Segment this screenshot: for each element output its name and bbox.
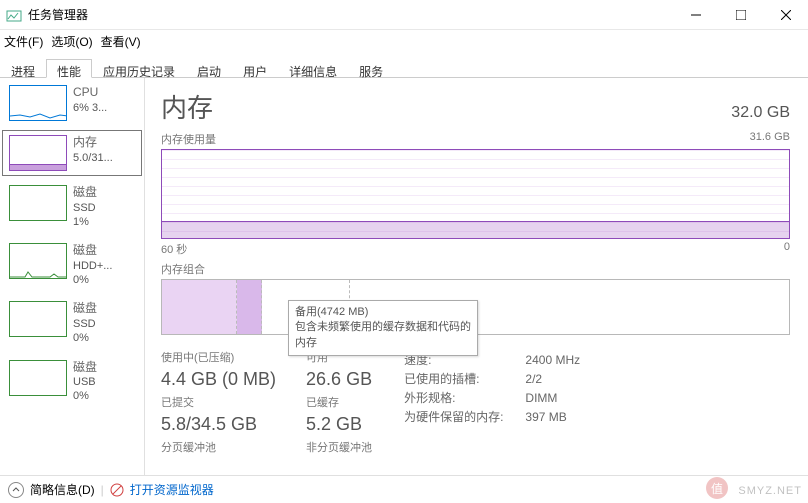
- pool2-label: 非分页缓冲池: [306, 439, 372, 455]
- resource-monitor-icon: [110, 483, 124, 497]
- avail-value: 26.6 GB: [306, 369, 372, 390]
- tab-app-history[interactable]: 应用历史记录: [92, 59, 186, 78]
- chart-usage-label: 内存使用量: [161, 131, 216, 147]
- axis-right: 0: [784, 241, 790, 257]
- disk-thumb: [9, 185, 67, 221]
- menu-file[interactable]: 文件(F): [4, 33, 43, 50]
- comp-modified: [237, 280, 262, 334]
- fewer-details-link[interactable]: 简略信息(D): [30, 481, 95, 498]
- main-panel: 内存 32.0 GB 内存使用量 31.6 GB 60 秒 0 内存组合 使用中…: [145, 78, 808, 475]
- sidebar-item-disk-hdd[interactable]: 磁盘HDD+...0%: [0, 236, 144, 294]
- in-use-label: 使用中(已压缩): [161, 349, 276, 365]
- menu-view[interactable]: 查看(V): [101, 33, 141, 50]
- memory-usage-chart[interactable]: [161, 149, 790, 239]
- window-title: 任务管理器: [28, 6, 88, 23]
- menu-options[interactable]: 选项(O): [51, 33, 92, 50]
- watermark-text: SMYZ.NET: [738, 485, 802, 497]
- tab-startup[interactable]: 启动: [186, 59, 232, 78]
- chevron-up-icon[interactable]: [8, 482, 24, 498]
- commit-value: 5.8/34.5 GB: [161, 414, 276, 435]
- close-button[interactable]: [763, 0, 808, 30]
- tab-services[interactable]: 服务: [348, 59, 394, 78]
- disk-thumb: [9, 301, 67, 337]
- page-title: 内存: [161, 88, 213, 125]
- tab-processes[interactable]: 进程: [0, 59, 46, 78]
- chart-usage-max: 31.6 GB: [750, 131, 790, 147]
- comp-in-use: [162, 280, 237, 334]
- in-use-value: 4.4 GB (0 MB): [161, 369, 276, 390]
- commit-label: 已提交: [161, 394, 276, 410]
- maximize-button[interactable]: [718, 0, 763, 30]
- watermark-badge: 值: [706, 477, 728, 499]
- sidebar-item-memory[interactable]: 内存5.0/31...: [2, 130, 142, 176]
- tab-details[interactable]: 详细信息: [278, 59, 348, 78]
- performance-sidebar: CPU6% 3... 内存5.0/31... 磁盘SSD1% 磁盘HDD+...…: [0, 78, 145, 475]
- cache-value: 5.2 GB: [306, 414, 372, 435]
- axis-left: 60 秒: [161, 241, 187, 257]
- sidebar-item-disk-ssd[interactable]: 磁盘SSD1%: [0, 178, 144, 236]
- minimize-button[interactable]: [673, 0, 718, 30]
- spec-table: 速度:2400 MHz 已使用的插槽:2/2 外形规格:DIMM 为硬件保留的内…: [402, 349, 582, 427]
- sidebar-item-disk-ssd2[interactable]: 磁盘SSD0%: [0, 294, 144, 352]
- disk-thumb: [9, 360, 67, 396]
- tab-users[interactable]: 用户: [232, 59, 278, 78]
- chart-comp-label: 内存组合: [161, 261, 205, 277]
- disk-thumb: [9, 243, 67, 279]
- sidebar-item-cpu[interactable]: CPU6% 3...: [0, 78, 144, 128]
- tab-performance[interactable]: 性能: [46, 59, 92, 78]
- cpu-thumb: [9, 85, 67, 121]
- memory-thumb: [9, 135, 67, 171]
- memory-total: 32.0 GB: [731, 104, 790, 122]
- sidebar-label: CPU: [73, 85, 107, 101]
- open-resource-monitor-link[interactable]: 打开资源监视器: [130, 481, 214, 498]
- pool1-label: 分页缓冲池: [161, 439, 276, 455]
- app-icon: [6, 7, 22, 23]
- cache-label: 已缓存: [306, 394, 372, 410]
- sidebar-item-disk-usb[interactable]: 磁盘USB0%: [0, 353, 144, 411]
- composition-tooltip: 备用(4742 MB) 包含未频繁使用的缓存数据和代码的内存: [288, 300, 478, 356]
